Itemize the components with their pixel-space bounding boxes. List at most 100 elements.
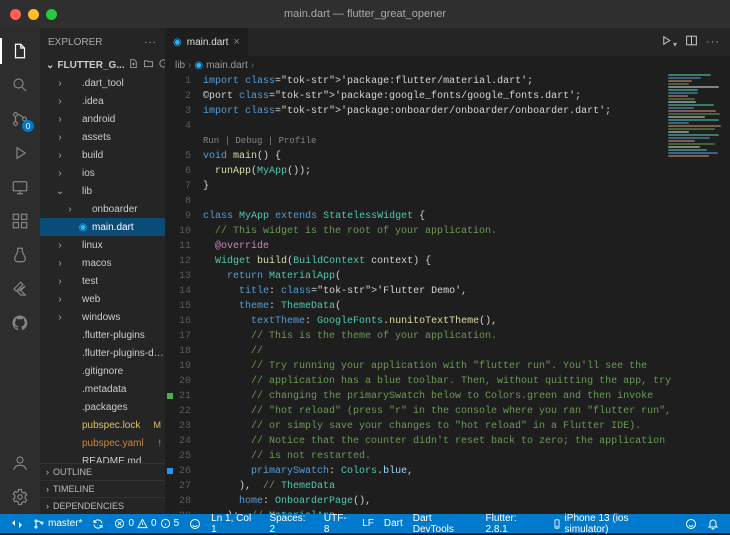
run-icon[interactable]: ▾ (660, 34, 677, 50)
code-line[interactable]: // Notice that the counter didn't reset … (203, 434, 730, 449)
folder-item[interactable]: ›test (40, 272, 165, 290)
activity-search[interactable] (0, 68, 40, 102)
code-line[interactable] (203, 194, 730, 209)
file-item[interactable]: pubspec.lockM (40, 416, 165, 434)
file-item[interactable]: .flutter-plugins (40, 326, 165, 344)
activity-explorer[interactable] (0, 34, 40, 68)
file-item[interactable]: pubspec.yaml! (40, 434, 165, 452)
status-feedback[interactable] (680, 514, 702, 533)
code-line[interactable]: // (203, 344, 730, 359)
status-encoding[interactable]: UTF-8 (319, 514, 357, 533)
code-line[interactable]: import class="tok-str">'package:onboarde… (203, 104, 730, 119)
activity-account[interactable] (0, 446, 40, 480)
sidebar-more-icon[interactable]: ··· (144, 37, 157, 48)
code-line[interactable]: theme: ThemeData( (203, 299, 730, 314)
activity-run-debug[interactable] (0, 136, 40, 170)
code-line[interactable]: Widget build(BuildContext context) { (203, 254, 730, 269)
code-line[interactable]: primarySwatch: Colors.blue, (203, 464, 730, 479)
folder-item[interactable]: ›ios (40, 164, 165, 182)
activity-source-control[interactable]: 0 (0, 102, 40, 136)
activity-remote[interactable] (0, 170, 40, 204)
sidebar-panel-dependencies[interactable]: ›DEPENDENCIES (40, 497, 165, 514)
code-line[interactable]: // Try running your application with "fl… (203, 359, 730, 374)
folder-item[interactable]: ›windows (40, 308, 165, 326)
minimize-window-button[interactable] (28, 9, 39, 20)
status-cursor[interactable]: Ln 1, Col 1 (206, 514, 264, 533)
activity-github[interactable] (0, 306, 40, 340)
status-ports[interactable] (184, 514, 206, 533)
status-problems[interactable]: 0 0 5 (109, 514, 184, 533)
file-item[interactable]: .flutter-plugins-depende.. (40, 344, 165, 362)
activity-testing[interactable] (0, 238, 40, 272)
new-file-icon[interactable] (128, 58, 139, 72)
code-line[interactable]: void main() { (203, 149, 730, 164)
file-item[interactable]: .gitignore (40, 362, 165, 380)
project-header[interactable]: ⌄ FLUTTER_G... (40, 56, 165, 74)
code-line[interactable]: // changing the primarySwatch below to C… (203, 389, 730, 404)
status-bell[interactable] (702, 514, 724, 533)
sidebar-panel-outline[interactable]: ›OUTLINE (40, 463, 165, 480)
zoom-window-button[interactable] (46, 9, 57, 20)
code-line[interactable]: class MyApp extends StatelessWidget { (203, 209, 730, 224)
folder-item[interactable]: ›onboarder (40, 200, 165, 218)
folder-item[interactable]: ›.idea (40, 92, 165, 110)
code-line[interactable]: @override (203, 239, 730, 254)
close-tab-icon[interactable]: × (233, 36, 239, 48)
status-flutter[interactable]: Flutter: 2.8.1 (481, 514, 547, 533)
status-device[interactable]: iPhone 13 (ios simulator) (547, 514, 680, 533)
code-line[interactable]: home: OnboarderPage(), (203, 494, 730, 509)
code-line[interactable]: import class="tok-str">'package:flutter/… (203, 74, 730, 89)
code-line[interactable]: } (203, 179, 730, 194)
tab-main-dart[interactable]: ◉ main.dart × (165, 28, 249, 56)
folder-item[interactable]: ›.dart_tool (40, 74, 165, 92)
status-remote[interactable] (6, 514, 28, 533)
code-line[interactable]: // is not restarted. (203, 449, 730, 464)
activity-settings[interactable] (0, 480, 40, 514)
code-line[interactable]: ), // ThemeData (203, 479, 730, 494)
folder-item[interactable]: ›android (40, 110, 165, 128)
folder-item[interactable]: ›web (40, 290, 165, 308)
code-line[interactable]: ©port class="tok-str">'package:google_fo… (203, 89, 730, 104)
code-editor[interactable]: 1234567891011121314151617181920212223242… (165, 74, 730, 514)
code-line[interactable]: // This is the theme of your application… (203, 329, 730, 344)
code-line[interactable]: // application has a blue toolbar. Then,… (203, 374, 730, 389)
status-spaces[interactable]: Spaces: 2 (264, 514, 318, 533)
file-item[interactable]: .packages (40, 398, 165, 416)
code-content[interactable]: import class="tok-str">'package:flutter/… (201, 74, 730, 514)
more-actions-icon[interactable]: ··· (706, 36, 720, 48)
split-editor-icon[interactable] (685, 34, 698, 50)
sidebar-panel-timeline[interactable]: ›TIMELINE (40, 480, 165, 497)
codelens[interactable]: Run | Debug | Profile (203, 134, 730, 149)
window-title: main.dart — flutter_great_opener (284, 8, 446, 20)
code-line[interactable]: // or simply save your changes to "hot r… (203, 419, 730, 434)
status-language[interactable]: Dart (379, 514, 408, 533)
activity-flutter[interactable] (0, 272, 40, 306)
activity-extensions[interactable] (0, 204, 40, 238)
status-branch[interactable]: master* (28, 514, 87, 533)
file-item[interactable]: .metadata (40, 380, 165, 398)
folder-item[interactable]: ⌄lib (40, 182, 165, 200)
new-folder-icon[interactable] (143, 58, 154, 72)
folder-item[interactable]: ›build (40, 146, 165, 164)
minimap[interactable] (668, 74, 728, 154)
breadcrumb-part[interactable]: main.dart (206, 60, 248, 71)
status-sync[interactable] (87, 514, 109, 533)
breadcrumb[interactable]: lib › ◉ main.dart › (165, 56, 730, 74)
status-devtools[interactable]: Dart DevTools (408, 514, 481, 533)
folder-item[interactable]: ›assets (40, 128, 165, 146)
close-window-button[interactable] (10, 9, 21, 20)
file-item[interactable]: ◉main.dart (40, 218, 165, 236)
folder-item[interactable]: ›macos (40, 254, 165, 272)
code-line[interactable]: title: class="tok-str">'Flutter Demo', (203, 284, 730, 299)
breadcrumb-part[interactable]: lib (175, 60, 185, 71)
status-eol[interactable]: LF (357, 514, 379, 533)
code-line[interactable]: textTheme: GoogleFonts.nunitoTextTheme()… (203, 314, 730, 329)
code-line[interactable]: // This widget is the root of your appli… (203, 224, 730, 239)
code-line[interactable]: runApp(MyApp()); (203, 164, 730, 179)
folder-item[interactable]: ›linux (40, 236, 165, 254)
file-item[interactable]: README.md (40, 452, 165, 463)
code-line[interactable]: return MaterialApp( (203, 269, 730, 284)
code-line[interactable] (203, 119, 730, 134)
code-line[interactable]: // "hot reload" (press "r" in the consol… (203, 404, 730, 419)
status-bar: master* 0 0 5 Ln 1, Col 1 Spaces: 2 UTF-… (0, 514, 730, 533)
